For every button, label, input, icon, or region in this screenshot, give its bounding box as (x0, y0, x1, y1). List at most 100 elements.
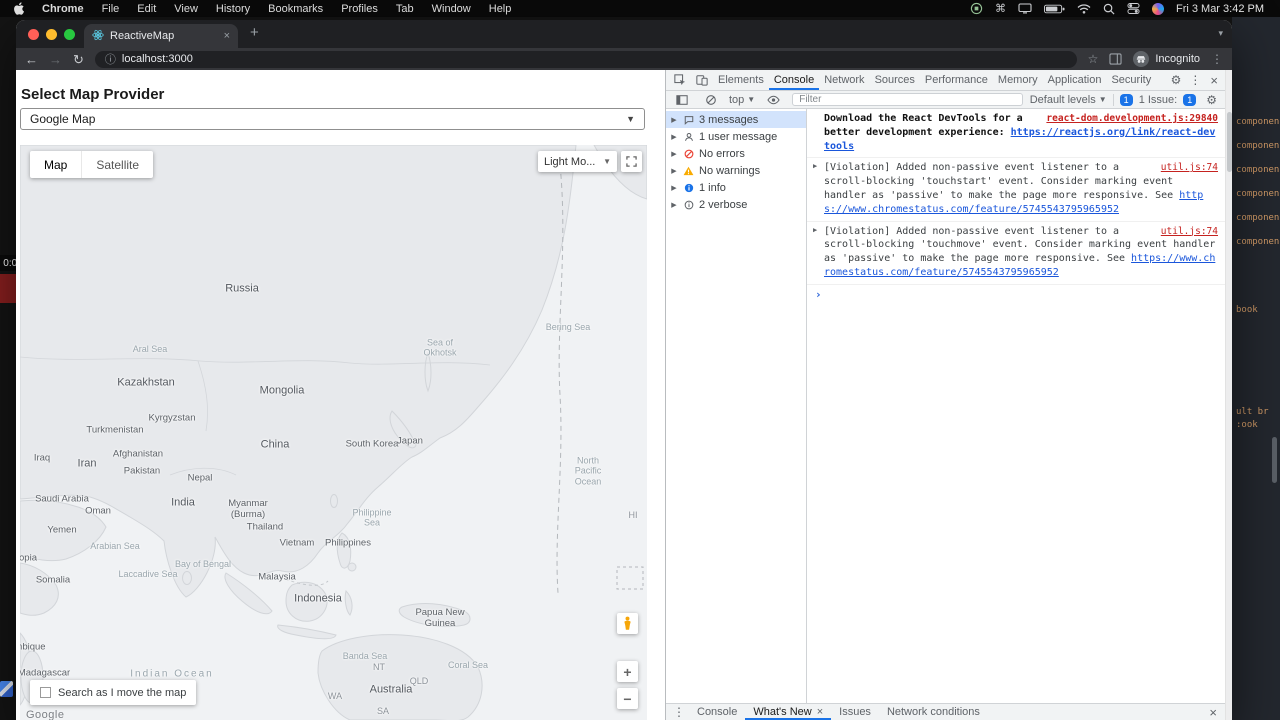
menu-profiles[interactable]: Profiles (332, 3, 387, 15)
back-button[interactable]: ← (25, 53, 38, 66)
inspect-element-icon[interactable] (669, 74, 691, 86)
fullscreen-button[interactable] (621, 151, 642, 172)
menu-tab[interactable]: Tab (387, 3, 423, 15)
drawer-more-icon[interactable]: ⋮ (669, 705, 689, 719)
message-source-link[interactable]: util.js:74 (1161, 161, 1218, 174)
spotlight-search-icon[interactable] (1103, 3, 1115, 15)
expand-triangle-icon[interactable]: ▶ (813, 162, 817, 172)
devtools-tab-memory[interactable]: Memory (993, 70, 1043, 90)
log-levels-select[interactable]: Default levels ▼ (1030, 94, 1107, 106)
console-settings-gear-icon[interactable]: ⚙ (1202, 93, 1221, 107)
menubar-clock[interactable]: Fri 3 Mar 3:42 PM (1176, 3, 1264, 15)
expand-triangle-icon[interactable]: ▶ (670, 167, 678, 175)
map-view-button[interactable]: Map (30, 151, 81, 178)
devtools-kebab-icon[interactable]: ⋮ (1185, 73, 1205, 87)
message-source-link[interactable]: util.js:74 (1161, 225, 1218, 238)
clear-console-icon[interactable] (700, 94, 722, 106)
map-canvas[interactable]: Russia Kazakhstan Mongolia Kyrgyzstan Turkme… (20, 145, 647, 720)
console-prompt[interactable]: › (807, 285, 1226, 304)
devtools-tab-console[interactable]: Console (769, 70, 819, 90)
console-context-selector[interactable]: top ▼ (729, 94, 755, 106)
window-zoom-button[interactable] (64, 29, 75, 40)
bookmark-star-icon[interactable]: ☆ (1088, 52, 1099, 66)
what-s-new-close-icon[interactable]: × (817, 706, 823, 718)
devtools-tab-elements[interactable]: Elements (713, 70, 769, 90)
window-close-button[interactable] (28, 29, 39, 40)
menu-view[interactable]: View (165, 3, 207, 15)
new-tab-button[interactable]: + (250, 25, 259, 41)
issues-badge[interactable]: 1 (1119, 93, 1133, 106)
devtools-settings-gear-icon[interactable]: ⚙ (1167, 73, 1186, 87)
dock-app-sliver[interactable] (0, 681, 13, 697)
address-bar[interactable]: ⓘ localhost:3000 (94, 50, 1077, 68)
search-as-move-checkbox[interactable] (40, 687, 51, 698)
devtools-tab-performance[interactable]: Performance (920, 70, 993, 90)
apple-logo-icon[interactable] (8, 2, 33, 15)
devtools-tab-application[interactable]: Application (1043, 70, 1107, 90)
pegman-button[interactable] (617, 613, 638, 634)
expand-triangle-icon[interactable]: ▶ (670, 116, 678, 124)
expand-triangle-icon[interactable]: ▶ (670, 184, 678, 192)
issues-count-badge[interactable]: 1 (1183, 93, 1197, 106)
console-sidebar-item-no-warnings[interactable]: ▶ No warnings (666, 162, 806, 179)
satellite-view-button[interactable]: Satellite (81, 151, 153, 178)
console-sidebar-item-2-verbose[interactable]: ▶ 2 verbose (666, 196, 806, 213)
expand-triangle-icon[interactable]: ▶ (670, 133, 678, 141)
expand-triangle-icon[interactable]: ▶ (670, 150, 678, 158)
reload-button[interactable]: ↻ (73, 53, 84, 66)
console-sidebar-toggle-icon[interactable] (671, 94, 693, 106)
menu-edit[interactable]: Edit (128, 3, 165, 15)
message-source-link[interactable]: react-dom.development.js:29840 (1046, 112, 1218, 125)
expand-triangle-icon[interactable]: ▶ (813, 226, 817, 236)
menu-bookmarks[interactable]: Bookmarks (259, 3, 332, 15)
desktop: Chrome File Edit View History Bookmarks Profil… (0, 0, 1280, 720)
devtools-tab-sources[interactable]: Sources (870, 70, 920, 90)
map-provider-select[interactable]: Google Map ▼ (20, 108, 645, 130)
wifi-icon[interactable] (1077, 3, 1091, 14)
siri-icon[interactable] (1151, 2, 1164, 15)
site-info-icon[interactable]: ⓘ (105, 51, 116, 67)
zoom-in-button[interactable]: + (617, 661, 638, 682)
drawer-tab-console[interactable]: Console (689, 704, 745, 720)
keyboard-shortcut-icon[interactable]: ⌘ (995, 2, 1006, 15)
drawer-tab-network-conditions[interactable]: Network conditions (879, 704, 988, 720)
browser-menu-kebab-icon[interactable]: ⋮ (1211, 52, 1223, 66)
background-editor-window[interactable]: componen componen componen componen componen… (1232, 17, 1280, 720)
editor-scrollbar-thumb[interactable] (1272, 437, 1277, 483)
menu-chrome[interactable]: Chrome (33, 3, 93, 15)
device-toolbar-icon[interactable] (691, 74, 713, 86)
page-title: Select Map Provider (21, 86, 165, 103)
tab-close-icon[interactable]: × (224, 30, 230, 42)
map-style-select[interactable]: Light Mo... ▼ (538, 151, 617, 172)
control-center-icon[interactable] (1127, 2, 1140, 15)
console-sidebar-item-1-user-message[interactable]: ▶ 1 user message (666, 128, 806, 145)
menu-help[interactable]: Help (480, 3, 521, 15)
drawer-tab-what-s-new[interactable]: What's New × (745, 704, 831, 720)
console-filter-input[interactable]: Filter (792, 93, 1023, 106)
incognito-chip[interactable]: Incognito (1133, 51, 1200, 67)
devtools-tab-security[interactable]: Security (1106, 70, 1156, 90)
console-sidebar-item-no-errors[interactable]: ▶ No errors (666, 145, 806, 162)
console-sidebar-item-3-messages[interactable]: ▶ 3 messages (666, 111, 806, 128)
forward-button[interactable]: → (49, 53, 62, 66)
menu-window[interactable]: Window (423, 3, 480, 15)
zoom-out-button[interactable]: − (617, 688, 638, 709)
drawer-tab-issues[interactable]: Issues (831, 704, 879, 720)
console-sidebar-item-1-info[interactable]: ▶ 1 info (666, 179, 806, 196)
browser-tab[interactable]: ReactiveMap × (84, 24, 238, 48)
devtools-close-icon[interactable]: × (1205, 73, 1223, 88)
live-expression-eye-icon[interactable] (762, 95, 785, 105)
window-minimize-button[interactable] (46, 29, 57, 40)
screen-record-icon[interactable] (970, 2, 983, 15)
menu-history[interactable]: History (207, 3, 259, 15)
devtools-scrollbar[interactable] (1225, 70, 1232, 720)
display-icon[interactable] (1018, 3, 1032, 14)
drawer-close-icon[interactable]: × (1203, 705, 1223, 720)
expand-triangle-icon[interactable]: ▶ (670, 201, 678, 209)
devtools-scrollbar-thumb[interactable] (1227, 112, 1232, 172)
devtools-tab-network[interactable]: Network (819, 70, 869, 90)
tab-search-chevron-icon[interactable]: ▾ (1218, 28, 1223, 39)
menu-file[interactable]: File (93, 3, 129, 15)
side-panel-icon[interactable] (1109, 53, 1122, 65)
battery-icon[interactable] (1043, 4, 1065, 14)
